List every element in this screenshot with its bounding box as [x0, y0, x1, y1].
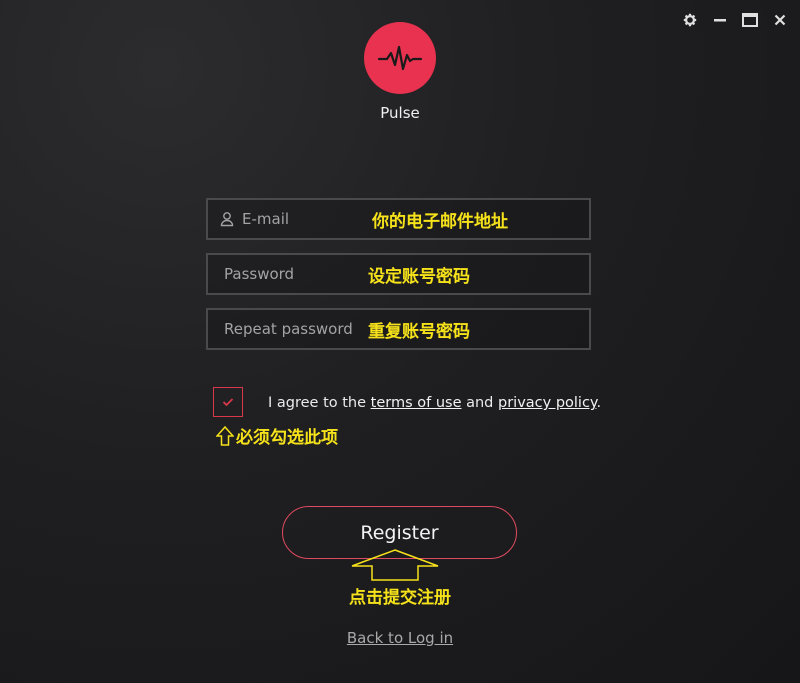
arrow-up-icon	[350, 548, 440, 586]
checkbox-annotation-text: 必须勾选此项	[236, 428, 338, 448]
repeat-password-annotation: 重复账号密码	[368, 321, 470, 342]
back-to-login-link[interactable]: Back to Log in	[347, 629, 453, 647]
password-input[interactable]	[224, 265, 352, 283]
user-icon	[220, 211, 236, 227]
email-annotation: 你的电子邮件地址	[372, 211, 508, 232]
repeat-password-input[interactable]	[224, 320, 356, 338]
password-field[interactable]: 设定账号密码	[206, 253, 591, 295]
arrow-up-icon	[216, 425, 234, 446]
register-annotation: 点击提交注册	[349, 588, 451, 608]
agree-middle: and	[461, 395, 498, 411]
register-annotation-wrap: 点击提交注册	[0, 583, 800, 608]
checkbox-annotation: 必须勾选此项	[216, 423, 338, 448]
email-field[interactable]: 你的电子邮件地址	[206, 198, 591, 240]
agree-text: I agree to the terms of use and privacy …	[268, 395, 601, 411]
password-annotation: 设定账号密码	[368, 266, 470, 287]
app-name: Pulse	[380, 104, 420, 122]
checkmark-icon	[222, 397, 234, 407]
terms-of-use-link[interactable]: terms of use	[371, 395, 462, 411]
repeat-password-field[interactable]: 重复账号密码	[206, 308, 591, 350]
agree-prefix: I agree to the	[268, 395, 371, 411]
back-link-wrap: Back to Log in	[0, 628, 800, 647]
privacy-policy-link[interactable]: privacy policy	[498, 395, 596, 411]
agree-suffix: .	[596, 395, 602, 411]
app-header: Pulse	[0, 22, 800, 122]
email-input[interactable]	[242, 210, 362, 228]
pulse-logo-icon	[364, 22, 436, 94]
agree-checkbox[interactable]	[213, 387, 243, 417]
